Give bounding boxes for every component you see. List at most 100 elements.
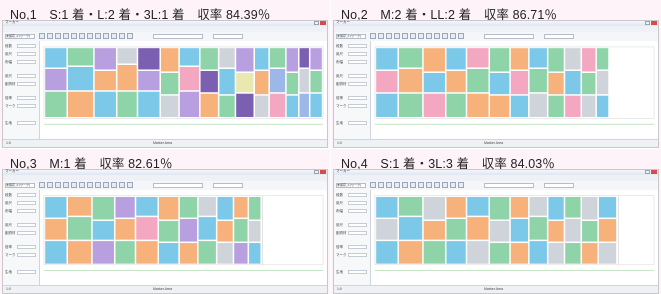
tool-button[interactable]: [39, 33, 45, 39]
tool-button[interactable]: [119, 33, 125, 39]
tool-button[interactable]: [111, 33, 117, 39]
tool-button[interactable]: [450, 33, 456, 39]
maximize-button[interactable]: [645, 21, 650, 25]
prop-field[interactable]: [348, 96, 367, 100]
document-name-field[interactable]: 未保存_0 [ワーク]: [336, 33, 366, 39]
maximize-button[interactable]: [314, 170, 319, 174]
document-name-field[interactable]: 未保存_0 [ワーク]: [5, 33, 35, 39]
maximize-button[interactable]: [645, 170, 650, 174]
document-name-field[interactable]: 未保存_0 [ワーク]: [336, 182, 366, 188]
prop-field[interactable]: [348, 223, 367, 227]
size-selector[interactable]: [153, 182, 203, 188]
tool-button[interactable]: [95, 33, 101, 39]
zoom-field[interactable]: [213, 182, 243, 188]
prop-field[interactable]: [348, 60, 367, 64]
close-button[interactable]: [320, 170, 326, 174]
tool-button[interactable]: [71, 182, 77, 188]
prop-field[interactable]: [348, 201, 367, 205]
prop-field[interactable]: [348, 270, 367, 274]
tool-button[interactable]: [386, 182, 392, 188]
prop-field[interactable]: [17, 245, 36, 249]
prop-field[interactable]: [348, 231, 367, 235]
tool-button[interactable]: [378, 33, 384, 39]
prop-field[interactable]: [17, 52, 36, 56]
tool-button[interactable]: [458, 33, 464, 39]
prop-field[interactable]: [17, 253, 36, 257]
prop-field[interactable]: [17, 82, 36, 86]
tool-button[interactable]: [418, 182, 424, 188]
tool-button[interactable]: [55, 182, 61, 188]
prop-field[interactable]: [17, 44, 36, 48]
prop-field[interactable]: [348, 82, 367, 86]
prop-field[interactable]: [17, 231, 36, 235]
prop-field[interactable]: [348, 121, 367, 125]
tool-button[interactable]: [47, 33, 53, 39]
size-selector[interactable]: [484, 182, 534, 188]
prop-field[interactable]: [348, 104, 367, 108]
tool-button[interactable]: [127, 182, 133, 188]
prop-field[interactable]: [17, 223, 36, 227]
tool-button[interactable]: [119, 182, 125, 188]
marker-canvas[interactable]: [40, 190, 327, 286]
prop-field[interactable]: [348, 193, 367, 197]
zoom-field[interactable]: [544, 33, 574, 39]
tool-button[interactable]: [71, 33, 77, 39]
marker-canvas[interactable]: [371, 41, 658, 140]
tool-button[interactable]: [370, 33, 376, 39]
prop-field[interactable]: [17, 193, 36, 197]
prop-field[interactable]: [348, 245, 367, 249]
tool-button[interactable]: [394, 33, 400, 39]
tool-button[interactable]: [95, 182, 101, 188]
prop-field[interactable]: [17, 96, 36, 100]
document-name-field[interactable]: 未保存_0 [ワーク]: [5, 182, 35, 188]
prop-field[interactable]: [17, 270, 36, 274]
marker-canvas[interactable]: [40, 41, 327, 140]
tool-button[interactable]: [386, 33, 392, 39]
tool-button[interactable]: [103, 33, 109, 39]
close-button[interactable]: [320, 21, 326, 25]
tool-button[interactable]: [39, 182, 45, 188]
tool-button[interactable]: [87, 33, 93, 39]
tool-button[interactable]: [434, 182, 440, 188]
tool-button[interactable]: [402, 182, 408, 188]
tool-button[interactable]: [87, 182, 93, 188]
tool-button[interactable]: [370, 182, 376, 188]
tool-button[interactable]: [55, 33, 61, 39]
marker-canvas[interactable]: [371, 190, 658, 286]
tool-button[interactable]: [127, 33, 133, 39]
tool-button[interactable]: [111, 182, 117, 188]
prop-field[interactable]: [348, 74, 367, 78]
tool-button[interactable]: [79, 182, 85, 188]
prop-field[interactable]: [17, 60, 36, 64]
prop-field[interactable]: [348, 44, 367, 48]
size-selector[interactable]: [484, 33, 534, 39]
prop-field[interactable]: [17, 209, 36, 213]
tool-button[interactable]: [426, 33, 432, 39]
prop-field[interactable]: [348, 52, 367, 56]
zoom-field[interactable]: [213, 33, 243, 39]
tool-button[interactable]: [434, 33, 440, 39]
tool-button[interactable]: [47, 182, 53, 188]
prop-field[interactable]: [17, 74, 36, 78]
prop-field[interactable]: [17, 121, 36, 125]
tool-button[interactable]: [63, 182, 69, 188]
tool-button[interactable]: [79, 33, 85, 39]
maximize-button[interactable]: [314, 21, 319, 25]
tool-button[interactable]: [442, 33, 448, 39]
prop-field[interactable]: [17, 104, 36, 108]
tool-button[interactable]: [410, 33, 416, 39]
prop-field[interactable]: [348, 209, 367, 213]
close-button[interactable]: [651, 170, 657, 174]
prop-field[interactable]: [348, 253, 367, 257]
tool-button[interactable]: [418, 33, 424, 39]
tool-button[interactable]: [402, 33, 408, 39]
tool-button[interactable]: [458, 182, 464, 188]
tool-button[interactable]: [426, 182, 432, 188]
tool-button[interactable]: [378, 182, 384, 188]
prop-field[interactable]: [17, 201, 36, 205]
tool-button[interactable]: [63, 33, 69, 39]
size-selector[interactable]: [153, 33, 203, 39]
tool-button[interactable]: [103, 182, 109, 188]
tool-button[interactable]: [450, 182, 456, 188]
zoom-field[interactable]: [544, 182, 574, 188]
